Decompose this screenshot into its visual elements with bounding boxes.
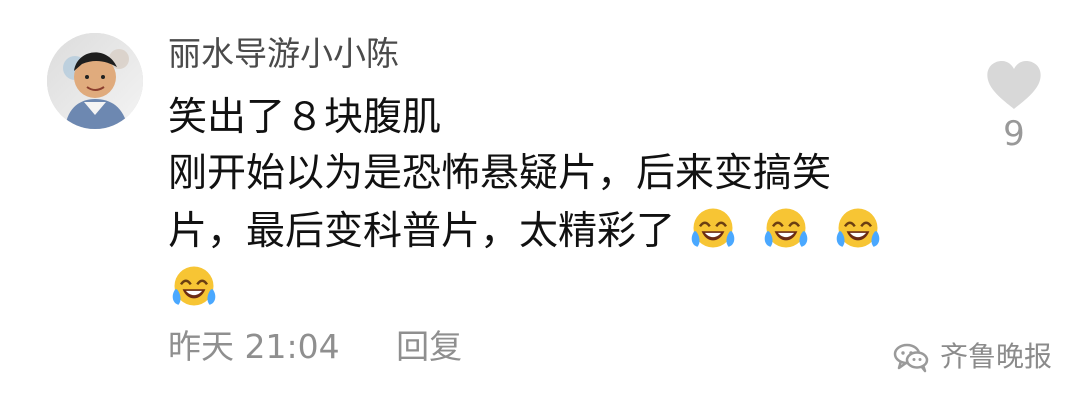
- like-button[interactable]: [983, 58, 1045, 112]
- wechat-icon: [893, 343, 929, 373]
- heart-icon: [987, 61, 1041, 109]
- comment-line-2: 刚开始以为是恐怖悬疑片，后来变搞笑片，最后变科普片，太精彩了: [168, 146, 898, 318]
- reply-button[interactable]: 回复: [396, 327, 462, 366]
- comment-body: 笑出了８块腹肌 刚开始以为是恐怖悬疑片，后来变搞笑片，最后变科普片，太精彩了: [168, 90, 898, 318]
- comment-meta: 昨天 21:04 回复: [168, 327, 462, 367]
- comment-line-1: 笑出了８块腹肌: [168, 95, 442, 140]
- watermark-text: 齐鲁晚报: [940, 340, 1053, 373]
- avatar[interactable]: [47, 33, 143, 129]
- laughing-crying-emoji: [687, 202, 739, 254]
- commenter-name[interactable]: 丽水导游小小陈: [168, 34, 399, 74]
- timestamp: 昨天 21:04: [168, 327, 340, 366]
- laughing-crying-emoji: [168, 260, 220, 312]
- laughing-crying-emoji: [760, 202, 812, 254]
- publisher-watermark: 齐鲁晚报: [892, 340, 1052, 374]
- laughing-crying-emoji: [832, 202, 884, 254]
- like-count: 9: [1003, 114, 1025, 154]
